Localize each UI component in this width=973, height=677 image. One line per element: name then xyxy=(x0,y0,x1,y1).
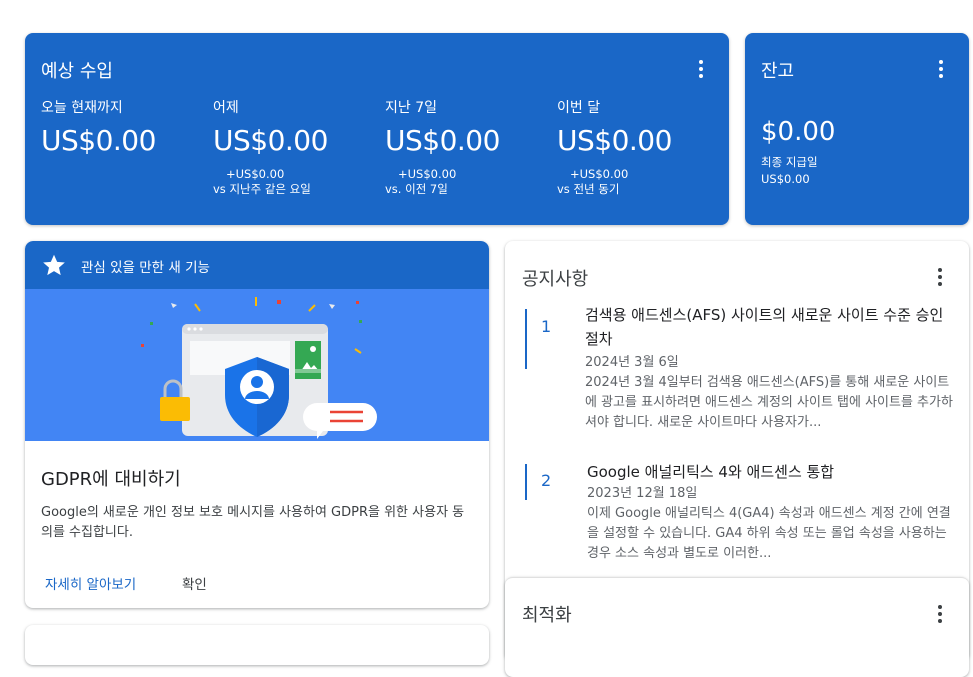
notice-body: 검색용 애드센스(AFS) 사이트의 새로운 사이트 수준 승인 절차 2024… xyxy=(585,303,953,433)
metric-this-month[interactable]: 이번 달 US$0.00 +US$0.00 vs 전년 동기 xyxy=(557,97,727,197)
new-feature-card: 관심 있을 만한 새 기능 GDPR에 대비하기 Google의 새로운 개인 … xyxy=(25,241,489,608)
confirm-button[interactable]: 확인 xyxy=(182,573,207,593)
last-payment: 최종 지급일 US$0.00 xyxy=(761,154,818,188)
feature-header: 관심 있을 만한 새 기능 xyxy=(25,241,489,289)
metric-label: 어제 xyxy=(213,100,239,116)
learn-more-link[interactable]: 자세히 알아보기 xyxy=(45,573,136,593)
more-vert-icon[interactable] xyxy=(689,57,713,81)
notices-title: 공지사항 xyxy=(522,269,589,290)
metric-delta: +US$0.00 xyxy=(570,167,629,181)
metric-delta: +US$0.00 xyxy=(398,167,457,181)
feature-title: GDPR에 대비하기 xyxy=(41,469,181,490)
metric-value: US$0.00 xyxy=(41,124,156,157)
notice-title[interactable]: 검색용 애드센스(AFS) 사이트의 새로운 사이트 수준 승인 절차 xyxy=(585,303,953,351)
notice-body: Google 애널리틱스 4와 애드센스 통합 2023년 12월 18일 이제… xyxy=(587,460,955,564)
feature-header-text: 관심 있을 만한 새 기능 xyxy=(81,260,210,276)
optimization-title: 최적화 xyxy=(522,605,572,626)
notice-date: 2024년 3월 6일 xyxy=(585,355,679,370)
star-icon xyxy=(43,254,65,276)
earnings-title: 예상 수입 xyxy=(41,61,113,82)
balance-value: $0.00 xyxy=(761,117,836,147)
metric-label: 이번 달 xyxy=(557,100,601,116)
notice-number: 2 xyxy=(541,471,552,490)
notice-title[interactable]: Google 애널리틱스 4와 애드센스 통합 xyxy=(587,460,955,484)
feature-description: Google의 새로운 개인 정보 보호 메시지를 사용하여 GDPR을 위한 … xyxy=(41,505,465,540)
metric-today[interactable]: 오늘 현재까지 US$0.00 xyxy=(41,97,211,157)
metric-value: US$0.00 xyxy=(213,124,328,157)
metric-label: 오늘 현재까지 xyxy=(41,100,123,116)
metric-compare: vs 지난주 같은 요일 xyxy=(213,182,311,196)
balance-card[interactable]: 잔고 $0.00 최종 지급일 US$0.00 xyxy=(745,33,969,225)
notice-marker xyxy=(525,309,527,369)
more-vert-icon[interactable] xyxy=(928,602,952,626)
optimization-card: 최적화 xyxy=(505,577,969,677)
last-payment-label: 최종 지급일 xyxy=(761,155,818,169)
metric-compare: vs 전년 동기 xyxy=(557,182,620,196)
metric-value: US$0.00 xyxy=(557,124,672,157)
metric-label: 지난 7일 xyxy=(385,100,437,116)
metric-last-7-days[interactable]: 지난 7일 US$0.00 +US$0.00 vs. 이전 7일 xyxy=(385,97,555,197)
notice-number: 1 xyxy=(541,317,552,336)
gdpr-illustration xyxy=(25,289,489,441)
notice-marker xyxy=(525,464,527,500)
metric-yesterday[interactable]: 어제 US$0.00 +US$0.00 vs 지난주 같은 요일 xyxy=(213,97,383,197)
more-vert-icon[interactable] xyxy=(929,57,953,81)
last-payment-value: US$0.00 xyxy=(761,172,810,186)
notice-text: 2024년 3월 4일부터 검색용 애드센스(AFS)를 통해 새로운 사이트에… xyxy=(585,375,953,430)
more-vert-icon[interactable] xyxy=(928,265,952,289)
privacy-shield-illustration xyxy=(141,297,377,439)
partial-card xyxy=(25,625,489,665)
estimated-earnings-card: 예상 수입 오늘 현재까지 US$0.00 어제 US$0.00 +US$0.0… xyxy=(25,33,729,225)
notice-text: 이제 Google 애널리틱스 4(GA4) 속성과 애드센스 계정 간에 연결… xyxy=(587,506,951,561)
metric-delta: +US$0.00 xyxy=(226,167,285,181)
balance-title: 잔고 xyxy=(761,61,795,82)
metric-compare: vs. 이전 7일 xyxy=(385,182,448,196)
metric-value: US$0.00 xyxy=(385,124,500,157)
notice-date: 2023년 12월 18일 xyxy=(587,486,698,501)
